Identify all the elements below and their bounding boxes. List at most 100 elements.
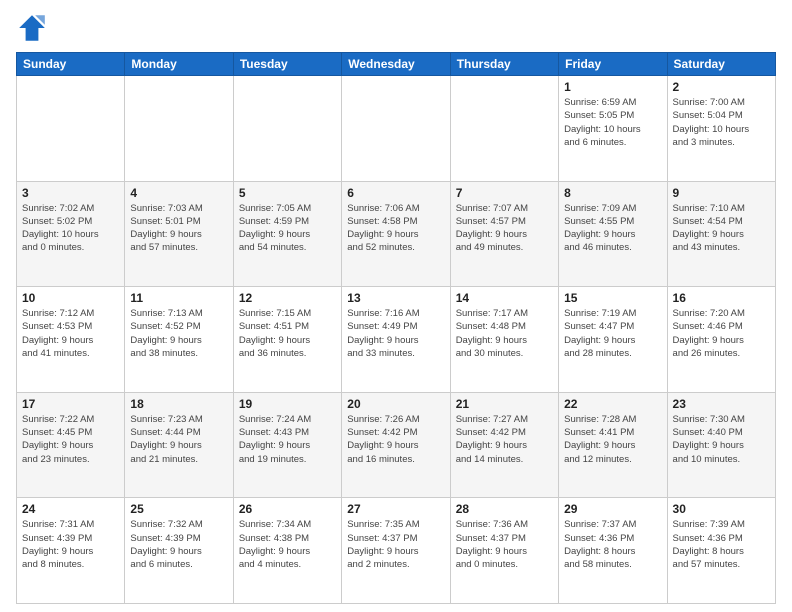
calendar-header-row: SundayMondayTuesdayWednesdayThursdayFrid… — [17, 53, 776, 76]
weekday-header-tuesday: Tuesday — [233, 53, 341, 76]
day-number: 9 — [673, 186, 770, 200]
day-info: Sunrise: 7:17 AM Sunset: 4:48 PM Dayligh… — [456, 307, 553, 360]
weekday-header-friday: Friday — [559, 53, 667, 76]
calendar-week-3: 10 Sunrise: 7:12 AM Sunset: 4:53 PM Dayli… — [17, 287, 776, 393]
day-number: 14 — [456, 291, 553, 305]
day-info: Sunrise: 7:37 AM Sunset: 4:36 PM Dayligh… — [564, 518, 661, 571]
day-number: 15 — [564, 291, 661, 305]
day-number: 21 — [456, 397, 553, 411]
calendar-cell: 13 Sunrise: 7:16 AM Sunset: 4:49 PM Dayli… — [342, 287, 450, 393]
header — [16, 12, 776, 44]
day-number: 2 — [673, 80, 770, 94]
calendar-cell: 16Sunrise: 7:20 AM Sunset: 4:46 PM Dayli… — [667, 287, 775, 393]
calendar-cell: 20 Sunrise: 7:26 AM Sunset: 4:42 PM Dayli… — [342, 392, 450, 498]
calendar-cell: 17Sunrise: 7:22 AM Sunset: 4:45 PM Dayli… — [17, 392, 125, 498]
day-info: Sunrise: 7:30 AM Sunset: 4:40 PM Dayligh… — [673, 413, 770, 466]
day-info: Sunrise: 7:12 AM Sunset: 4:53 PM Dayligh… — [22, 307, 119, 360]
calendar-cell: 8 Sunrise: 7:09 AM Sunset: 4:55 PM Daylig… — [559, 181, 667, 287]
day-number: 19 — [239, 397, 336, 411]
day-info: Sunrise: 7:09 AM Sunset: 4:55 PM Dayligh… — [564, 202, 661, 255]
calendar-cell: 11 Sunrise: 7:13 AM Sunset: 4:52 PM Dayli… — [125, 287, 233, 393]
day-info: Sunrise: 7:02 AM Sunset: 5:02 PM Dayligh… — [22, 202, 119, 255]
calendar-cell: 19 Sunrise: 7:24 AM Sunset: 4:43 PM Dayli… — [233, 392, 341, 498]
weekday-header-saturday: Saturday — [667, 53, 775, 76]
day-info: Sunrise: 7:03 AM Sunset: 5:01 PM Dayligh… — [130, 202, 227, 255]
calendar-cell: 2 Sunrise: 7:00 AM Sunset: 5:04 PM Daylig… — [667, 76, 775, 182]
day-info: Sunrise: 7:07 AM Sunset: 4:57 PM Dayligh… — [456, 202, 553, 255]
page: SundayMondayTuesdayWednesdayThursdayFrid… — [0, 0, 792, 612]
day-info: Sunrise: 7:05 AM Sunset: 4:59 PM Dayligh… — [239, 202, 336, 255]
logo-icon — [16, 12, 48, 44]
day-info: Sunrise: 7:19 AM Sunset: 4:47 PM Dayligh… — [564, 307, 661, 360]
calendar-cell: 27 Sunrise: 7:35 AM Sunset: 4:37 PM Dayli… — [342, 498, 450, 604]
day-number: 24 — [22, 502, 119, 516]
calendar-cell: 5 Sunrise: 7:05 AM Sunset: 4:59 PM Daylig… — [233, 181, 341, 287]
calendar-cell: 25 Sunrise: 7:32 AM Sunset: 4:39 PM Dayli… — [125, 498, 233, 604]
day-info: Sunrise: 7:24 AM Sunset: 4:43 PM Dayligh… — [239, 413, 336, 466]
weekday-header-wednesday: Wednesday — [342, 53, 450, 76]
weekday-header-sunday: Sunday — [17, 53, 125, 76]
day-number: 20 — [347, 397, 444, 411]
day-number: 3 — [22, 186, 119, 200]
calendar-cell: 30 Sunrise: 7:39 AM Sunset: 4:36 PM Dayli… — [667, 498, 775, 604]
calendar-cell: 21 Sunrise: 7:27 AM Sunset: 4:42 PM Dayli… — [450, 392, 558, 498]
day-info: Sunrise: 7:20 AM Sunset: 4:46 PM Dayligh… — [673, 307, 770, 360]
day-number: 28 — [456, 502, 553, 516]
calendar-cell: 6Sunrise: 7:06 AM Sunset: 4:58 PM Daylig… — [342, 181, 450, 287]
calendar-cell: 7Sunrise: 7:07 AM Sunset: 4:57 PM Daylig… — [450, 181, 558, 287]
day-number: 13 — [347, 291, 444, 305]
day-number: 18 — [130, 397, 227, 411]
calendar-cell — [17, 76, 125, 182]
day-info: Sunrise: 7:32 AM Sunset: 4:39 PM Dayligh… — [130, 518, 227, 571]
day-number: 27 — [347, 502, 444, 516]
day-info: Sunrise: 7:31 AM Sunset: 4:39 PM Dayligh… — [22, 518, 119, 571]
day-number: 11 — [130, 291, 227, 305]
calendar-cell — [125, 76, 233, 182]
day-number: 30 — [673, 502, 770, 516]
day-number: 6 — [347, 186, 444, 200]
logo — [16, 12, 52, 44]
calendar-week-5: 24 Sunrise: 7:31 AM Sunset: 4:39 PM Dayli… — [17, 498, 776, 604]
calendar-cell — [342, 76, 450, 182]
calendar-week-1: 1 Sunrise: 6:59 AM Sunset: 5:05 PM Daylig… — [17, 76, 776, 182]
day-number: 22 — [564, 397, 661, 411]
calendar-cell: 3 Sunrise: 7:02 AM Sunset: 5:02 PM Daylig… — [17, 181, 125, 287]
day-info: Sunrise: 7:13 AM Sunset: 4:52 PM Dayligh… — [130, 307, 227, 360]
day-info: Sunrise: 7:27 AM Sunset: 4:42 PM Dayligh… — [456, 413, 553, 466]
calendar-cell: 29 Sunrise: 7:37 AM Sunset: 4:36 PM Dayli… — [559, 498, 667, 604]
calendar-cell: 4Sunrise: 7:03 AM Sunset: 5:01 PM Daylig… — [125, 181, 233, 287]
day-number: 10 — [22, 291, 119, 305]
day-info: Sunrise: 7:34 AM Sunset: 4:38 PM Dayligh… — [239, 518, 336, 571]
calendar-cell: 14 Sunrise: 7:17 AM Sunset: 4:48 PM Dayli… — [450, 287, 558, 393]
calendar-cell: 28 Sunrise: 7:36 AM Sunset: 4:37 PM Dayli… — [450, 498, 558, 604]
calendar-cell: 10 Sunrise: 7:12 AM Sunset: 4:53 PM Dayli… — [17, 287, 125, 393]
calendar-cell: 15 Sunrise: 7:19 AM Sunset: 4:47 PM Dayli… — [559, 287, 667, 393]
day-info: Sunrise: 7:10 AM Sunset: 4:54 PM Dayligh… — [673, 202, 770, 255]
calendar-cell — [233, 76, 341, 182]
day-info: Sunrise: 7:16 AM Sunset: 4:49 PM Dayligh… — [347, 307, 444, 360]
calendar-table: SundayMondayTuesdayWednesdayThursdayFrid… — [16, 52, 776, 604]
calendar-cell: 24 Sunrise: 7:31 AM Sunset: 4:39 PM Dayli… — [17, 498, 125, 604]
day-number: 8 — [564, 186, 661, 200]
day-info: Sunrise: 7:15 AM Sunset: 4:51 PM Dayligh… — [239, 307, 336, 360]
day-number: 1 — [564, 80, 661, 94]
calendar-cell: 26Sunrise: 7:34 AM Sunset: 4:38 PM Dayli… — [233, 498, 341, 604]
day-number: 25 — [130, 502, 227, 516]
calendar-cell — [450, 76, 558, 182]
day-info: Sunrise: 7:35 AM Sunset: 4:37 PM Dayligh… — [347, 518, 444, 571]
day-info: Sunrise: 7:00 AM Sunset: 5:04 PM Dayligh… — [673, 96, 770, 149]
day-number: 29 — [564, 502, 661, 516]
day-info: Sunrise: 7:28 AM Sunset: 4:41 PM Dayligh… — [564, 413, 661, 466]
calendar-cell: 22 Sunrise: 7:28 AM Sunset: 4:41 PM Dayli… — [559, 392, 667, 498]
calendar-cell: 1 Sunrise: 6:59 AM Sunset: 5:05 PM Daylig… — [559, 76, 667, 182]
weekday-header-monday: Monday — [125, 53, 233, 76]
day-info: Sunrise: 7:26 AM Sunset: 4:42 PM Dayligh… — [347, 413, 444, 466]
day-info: Sunrise: 7:36 AM Sunset: 4:37 PM Dayligh… — [456, 518, 553, 571]
calendar-week-4: 17Sunrise: 7:22 AM Sunset: 4:45 PM Dayli… — [17, 392, 776, 498]
day-info: Sunrise: 7:39 AM Sunset: 4:36 PM Dayligh… — [673, 518, 770, 571]
calendar-week-2: 3 Sunrise: 7:02 AM Sunset: 5:02 PM Daylig… — [17, 181, 776, 287]
day-info: Sunrise: 6:59 AM Sunset: 5:05 PM Dayligh… — [564, 96, 661, 149]
day-number: 5 — [239, 186, 336, 200]
day-info: Sunrise: 7:22 AM Sunset: 4:45 PM Dayligh… — [22, 413, 119, 466]
day-number: 12 — [239, 291, 336, 305]
